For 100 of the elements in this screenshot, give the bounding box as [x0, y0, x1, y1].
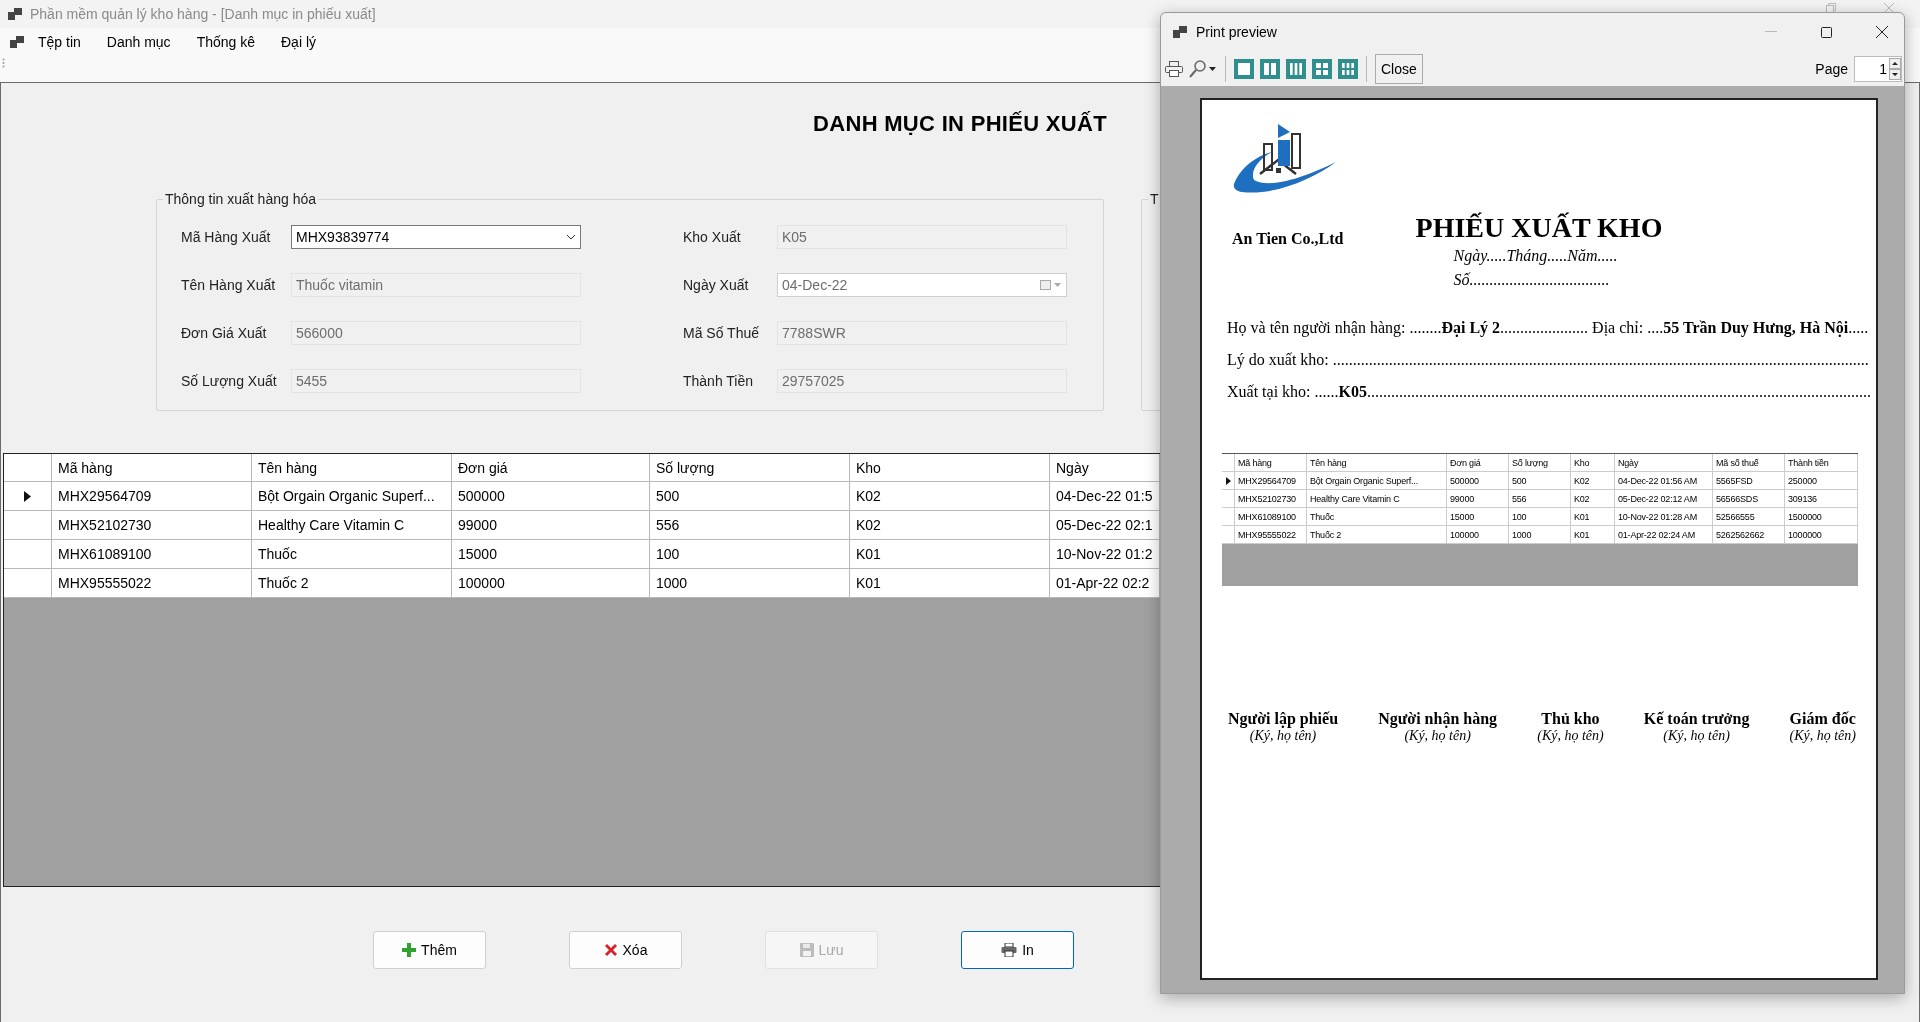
table-cell: K02	[1571, 472, 1615, 490]
column-header[interactable]: Số lượng	[650, 454, 850, 482]
table-cell: K02	[850, 511, 1050, 540]
row-pointer-icon	[24, 490, 31, 502]
action-button[interactable]: In	[961, 931, 1074, 969]
zoom-icon[interactable]	[1189, 59, 1217, 78]
table-cell: Thuốc	[1307, 508, 1447, 526]
page-spinner[interactable]: 1	[1854, 55, 1902, 82]
signature-note: (Ký, họ tên)	[1404, 728, 1471, 744]
table-cell: 15000	[1447, 508, 1509, 526]
column-header: Thành tiền	[1785, 454, 1858, 472]
table-cell: 10-Nov-22 01:28 AM	[1615, 508, 1713, 526]
group-title: Thông tin xuất hàng hóa	[164, 191, 317, 207]
table-cell: Bột Orgain Organic Superf...	[1307, 472, 1447, 490]
signature-role: Kế toán trưởng	[1643, 710, 1750, 728]
menu-item[interactable]: Đại lý	[269, 34, 328, 50]
table-cell: MHX95555022	[1235, 526, 1307, 544]
table-cell: MHX95555022	[52, 569, 252, 598]
four-pages-icon[interactable]	[1312, 58, 1332, 79]
signature-note: (Ký, họ tên)	[1249, 728, 1317, 744]
table-cell: 05-Dec-22 02:1	[1050, 511, 1160, 540]
three-pages-icon[interactable]	[1286, 58, 1306, 79]
two-pages-icon[interactable]	[1260, 58, 1280, 79]
field-label: Số Lượng Xuất	[181, 373, 278, 389]
table-cell: K01	[1571, 508, 1615, 526]
signature-role: Giám đốc	[1789, 710, 1856, 728]
table-cell: 10-Nov-22 01:2	[1050, 540, 1160, 569]
close-button[interactable]: Close	[1375, 53, 1423, 84]
table-cell: 1000000	[1785, 526, 1858, 544]
signature-note: (Ký, họ tên)	[1789, 728, 1856, 744]
table-cell: MHX52102730	[52, 511, 252, 540]
row-header[interactable]	[4, 482, 52, 511]
signature-role: Người nhận hàng	[1378, 710, 1498, 728]
table-cell: 01-Apr-22 02:2	[1050, 569, 1160, 598]
table-cell: 100	[650, 540, 850, 569]
table-cell: Thuốc 2	[1307, 526, 1447, 544]
form-heading: DANH MỤC IN PHIẾU XUẤT	[813, 110, 1107, 138]
table-cell: 04-Dec-22 01:56 AM	[1615, 472, 1713, 490]
column-header[interactable]: Mã hàng	[52, 454, 252, 482]
table-cell: 56566SDS	[1713, 490, 1785, 508]
table-cell: 556	[650, 511, 850, 540]
maximize-icon[interactable]	[1821, 26, 1832, 38]
company-name: An Tien Co.,Ltd	[1232, 230, 1345, 248]
spin-arrows-icon[interactable]	[1889, 57, 1901, 80]
chevron-down-icon	[566, 234, 576, 240]
column-header[interactable]: Đơn giá	[452, 454, 650, 482]
table-cell: 1500000	[1785, 508, 1858, 526]
six-pages-icon[interactable]	[1338, 58, 1358, 79]
close-icon[interactable]	[1876, 26, 1888, 38]
column-header[interactable]: Tên hàng	[252, 454, 452, 482]
calendar-icon	[1040, 280, 1062, 290]
table-cell: Healthy Care Vitamin C	[1307, 490, 1447, 508]
table-cell: 01-Apr-22 02:24 AM	[1615, 526, 1713, 544]
floppy-icon	[799, 943, 814, 957]
menu-item[interactable]: Tệp tin	[26, 34, 93, 50]
plus-icon	[402, 943, 417, 957]
menu-item[interactable]: Thống kê	[184, 34, 267, 50]
table-cell: 500000	[1447, 472, 1509, 490]
table-cell: 100	[1509, 508, 1571, 526]
restore-icon[interactable]	[1826, 3, 1836, 13]
dropdown-field[interactable]: MHX93839774	[291, 225, 581, 249]
corner-header	[4, 454, 52, 482]
table-cell: 5565FSD	[1713, 472, 1785, 490]
column-header[interactable]: Ngày	[1050, 454, 1160, 482]
document-title: PHIẾU XUẤT KHO	[1415, 212, 1663, 244]
field-label: Mã Số Thuế	[683, 325, 760, 341]
table-cell: 99000	[1447, 490, 1509, 508]
table-cell: Thuốc	[252, 540, 452, 569]
column-header: Mã hàng	[1235, 454, 1307, 472]
table-cell: K01	[850, 540, 1050, 569]
table-cell: 500	[1509, 472, 1571, 490]
window-title: Print preview	[1196, 24, 1277, 40]
column-header: Số lượng	[1509, 454, 1571, 472]
table-cell: 05-Dec-22 02:12 AM	[1615, 490, 1713, 508]
window-title: Phần mềm quản lý kho hàng - [Danh mục in phiếu xuất]	[30, 6, 376, 22]
column-header[interactable]: Kho	[850, 454, 1050, 482]
page-label: Page	[1815, 60, 1848, 77]
app-icon	[8, 8, 22, 20]
menu-item[interactable]: Danh mục	[94, 34, 183, 50]
column-header: Ngày	[1615, 454, 1713, 472]
column-header: Mã số thuế	[1713, 454, 1785, 472]
table-cell: MHX52102730	[1235, 490, 1307, 508]
signature-note: (Ký, họ tên)	[1537, 728, 1604, 744]
signature-note: (Ký, họ tên)	[1663, 728, 1730, 744]
x-icon	[603, 943, 618, 957]
field-label: Mã Hàng Xuất	[181, 229, 272, 245]
table-cell: Healthy Care Vitamin C	[252, 511, 452, 540]
action-button[interactable]: Xóa	[569, 931, 682, 969]
app-icon	[1173, 26, 1187, 38]
table-cell: MHX61089100	[1235, 508, 1307, 526]
printer-icon	[1001, 943, 1018, 957]
action-button[interactable]: Thêm	[373, 931, 486, 969]
field-label: Kho Xuất	[683, 229, 742, 245]
grip-icon[interactable]	[2, 58, 5, 68]
one-page-icon[interactable]	[1234, 58, 1254, 79]
printer-icon[interactable]	[1165, 60, 1183, 77]
table-cell: 99000	[452, 511, 650, 540]
date-line: Ngày.....Tháng.....Năm.....	[1452, 246, 1619, 267]
table-cell: 500000	[452, 482, 650, 511]
row-pointer-icon	[1225, 476, 1231, 485]
